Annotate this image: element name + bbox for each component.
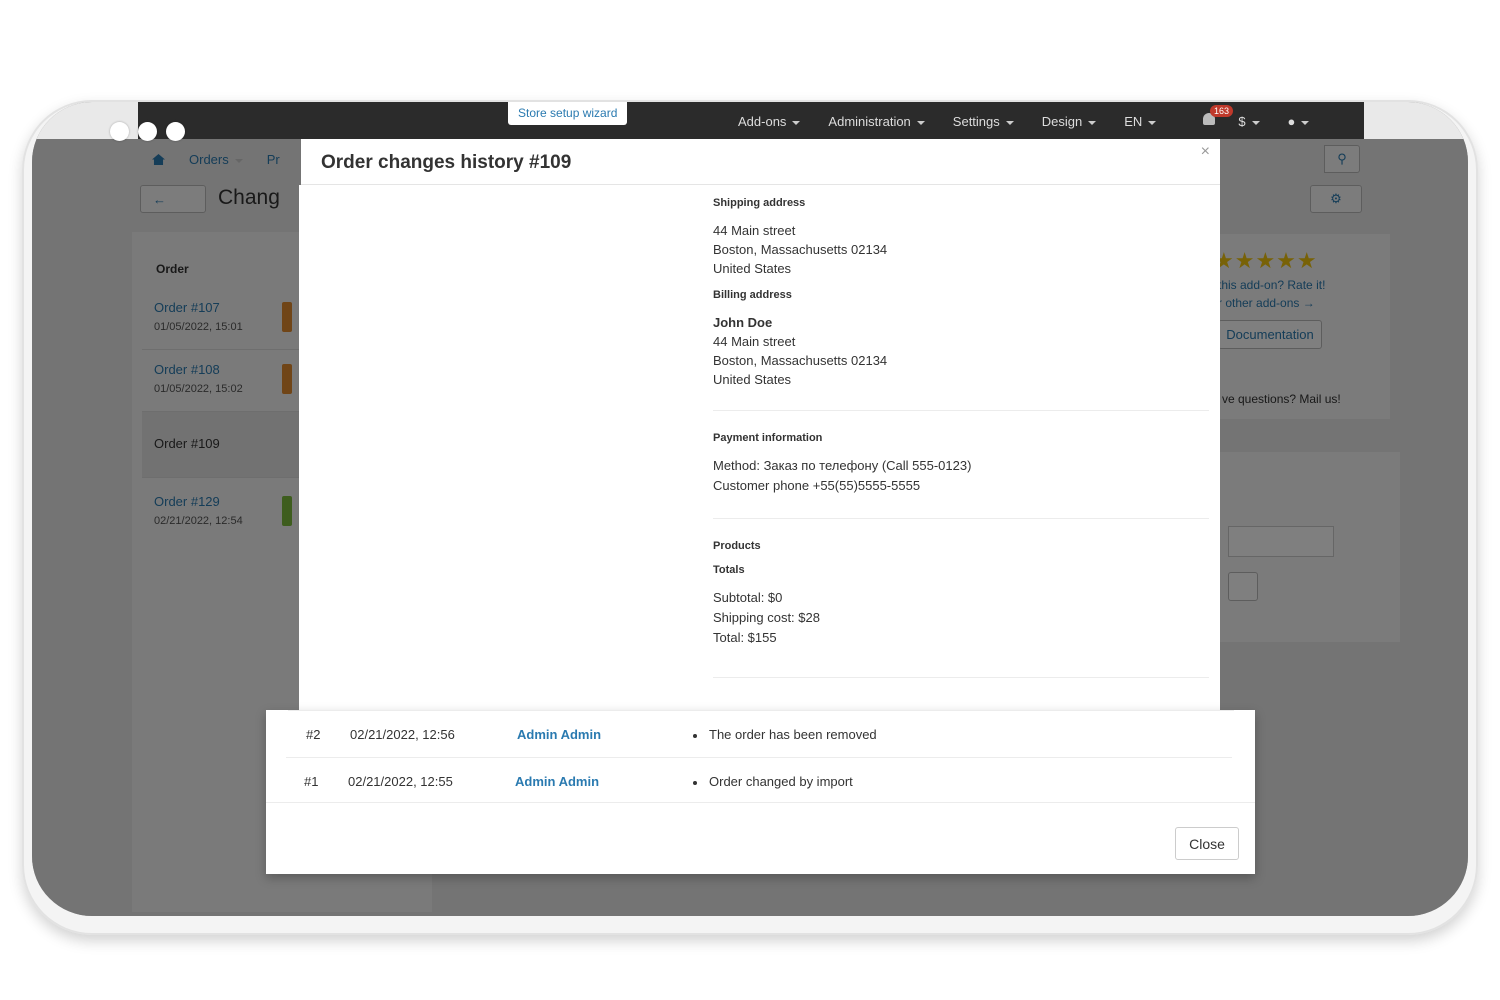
address-line: United States — [713, 372, 792, 387]
top-menu: Add-ons Administration Settings Design E… — [738, 114, 1337, 129]
payment-method: Method: Заказ по телефону (Call 555-0123… — [713, 458, 972, 473]
history-change-text: Order changed by import — [709, 774, 853, 789]
payment-information-title: Payment information — [713, 432, 823, 444]
total: Total: $155 — [713, 630, 777, 645]
window-dot — [166, 122, 185, 141]
close-icon[interactable]: × — [1201, 143, 1210, 161]
top-navbar: Add-ons Administration Settings Design E… — [138, 102, 1364, 139]
menu-currency[interactable]: $ — [1238, 114, 1259, 129]
history-change: The order has been removed — [693, 727, 877, 742]
notification-badge: 163 — [1210, 105, 1234, 117]
menu-design[interactable]: Design — [1042, 114, 1096, 129]
divider — [713, 518, 1209, 519]
totals-title: Totals — [713, 564, 745, 576]
window-dot — [110, 122, 129, 141]
history-number: #2 — [306, 727, 321, 742]
bullet — [693, 733, 697, 738]
store-setup-wizard-button[interactable]: Store setup wizard — [508, 102, 628, 125]
address-line: Boston, Massachusetts 02134 — [713, 353, 888, 368]
divider — [713, 677, 1209, 678]
table-row: #1 02/21/2022, 12:55 Admin Admin Order c… — [286, 757, 1232, 803]
billing-address: Billing address John Doe 44 Main street … — [713, 289, 1213, 389]
products-title: Products — [713, 540, 761, 552]
menu-addons[interactable]: Add-ons — [738, 114, 800, 129]
customer-phone: Customer phone +55(55)5555-5555 — [713, 478, 921, 493]
modal-title: Order changes history #109 — [321, 152, 572, 173]
address-line: Boston, Massachusetts 02134 — [713, 242, 888, 257]
modal-header: Order changes history #109 × — [301, 139, 1220, 185]
shipping-address-title: Shipping address — [713, 197, 806, 209]
shipping-cost: Shipping cost: $28 — [713, 610, 820, 625]
device-frame: Add-ons Administration Settings Design E… — [22, 100, 1478, 935]
history-time: 02/21/2022, 12:56 — [350, 727, 455, 742]
bullet — [693, 780, 697, 785]
menu-language[interactable]: EN — [1124, 114, 1156, 129]
user-menu-icon[interactable]: ● — [1288, 114, 1310, 129]
menu-administration[interactable]: Administration — [828, 114, 924, 129]
address-line: 44 Main street — [713, 334, 796, 349]
modal-history-and-footer: #2 02/21/2022, 12:56 Admin Admin The ord… — [266, 710, 1255, 874]
payment-information: Payment information Method: Заказ по тел… — [713, 432, 1213, 496]
subtotal: Subtotal: $0 — [713, 590, 783, 605]
products-section: Products Totals Subtotal: $0 Shipping co… — [713, 540, 1213, 648]
history-change-text: The order has been removed — [709, 727, 877, 742]
address-line: 44 Main street — [713, 223, 796, 238]
footer-divider — [266, 802, 1255, 803]
order-history-modal: Order changes history #109 × Shipping ad… — [266, 139, 1255, 874]
billing-name: John Doe — [713, 315, 773, 330]
table-row: #2 02/21/2022, 12:56 Admin Admin The ord… — [288, 710, 1234, 756]
close-button[interactable]: Close — [1175, 827, 1239, 860]
history-change: Order changed by import — [693, 774, 853, 789]
history-number: #1 — [304, 774, 319, 789]
history-user-link[interactable]: Admin Admin — [517, 727, 601, 742]
menu-settings[interactable]: Settings — [953, 114, 1014, 129]
window-dot — [138, 122, 157, 141]
window-dots — [110, 122, 185, 141]
divider — [713, 410, 1209, 411]
billing-address-title: Billing address — [713, 289, 792, 301]
screen: Add-ons Administration Settings Design E… — [32, 102, 1468, 916]
address-line: United States — [713, 261, 792, 276]
shipping-address: Shipping address 44 Main street Boston, … — [713, 197, 1213, 278]
history-time: 02/21/2022, 12:55 — [348, 774, 453, 789]
history-user-link[interactable]: Admin Admin — [515, 774, 599, 789]
modal-body: Shipping address 44 Main street Boston, … — [299, 185, 1220, 710]
